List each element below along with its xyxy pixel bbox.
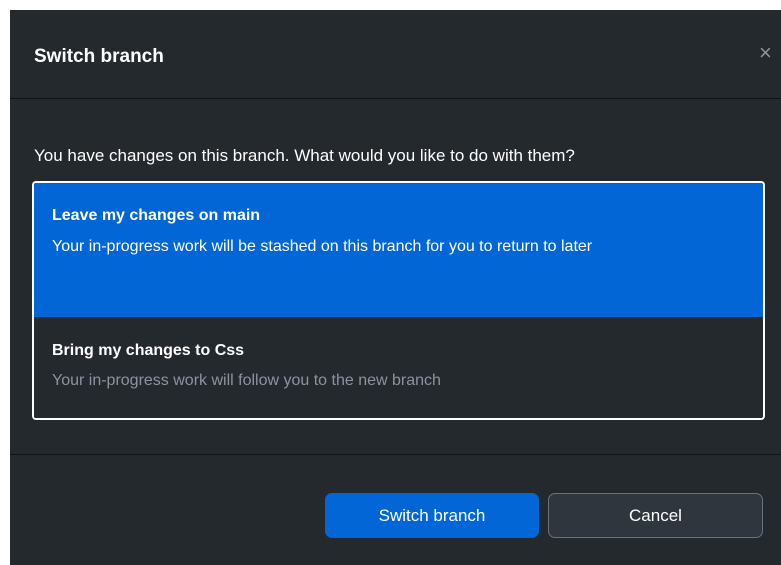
option-title: Bring my changes to Css	[52, 342, 245, 359]
dialog-header: Switch branch ×	[10, 10, 781, 99]
switch-branch-button[interactable]: Switch branch	[325, 493, 539, 538]
cancel-button[interactable]: Cancel	[548, 493, 763, 538]
option-description: Your in-progress work will follow you to…	[52, 372, 441, 389]
dialog-footer: Switch branch Cancel	[10, 454, 781, 565]
branch-options-list: Leave my changes on main Your in-progres…	[32, 181, 765, 420]
option-title: Leave my changes on main	[52, 207, 261, 224]
switch-branch-dialog: Switch branch × You have changes on this…	[10, 10, 781, 565]
option-description: Your in-progress work will be stashed on…	[52, 238, 593, 255]
dialog-title: Switch branch	[34, 46, 164, 67]
dialog-prompt: You have changes on this branch. What wo…	[34, 146, 575, 165]
option-bring-changes[interactable]: Bring my changes to Css Your in-progress…	[34, 317, 763, 418]
option-leave-changes[interactable]: Leave my changes on main Your in-progres…	[34, 183, 763, 317]
close-icon[interactable]: ×	[759, 42, 781, 64]
